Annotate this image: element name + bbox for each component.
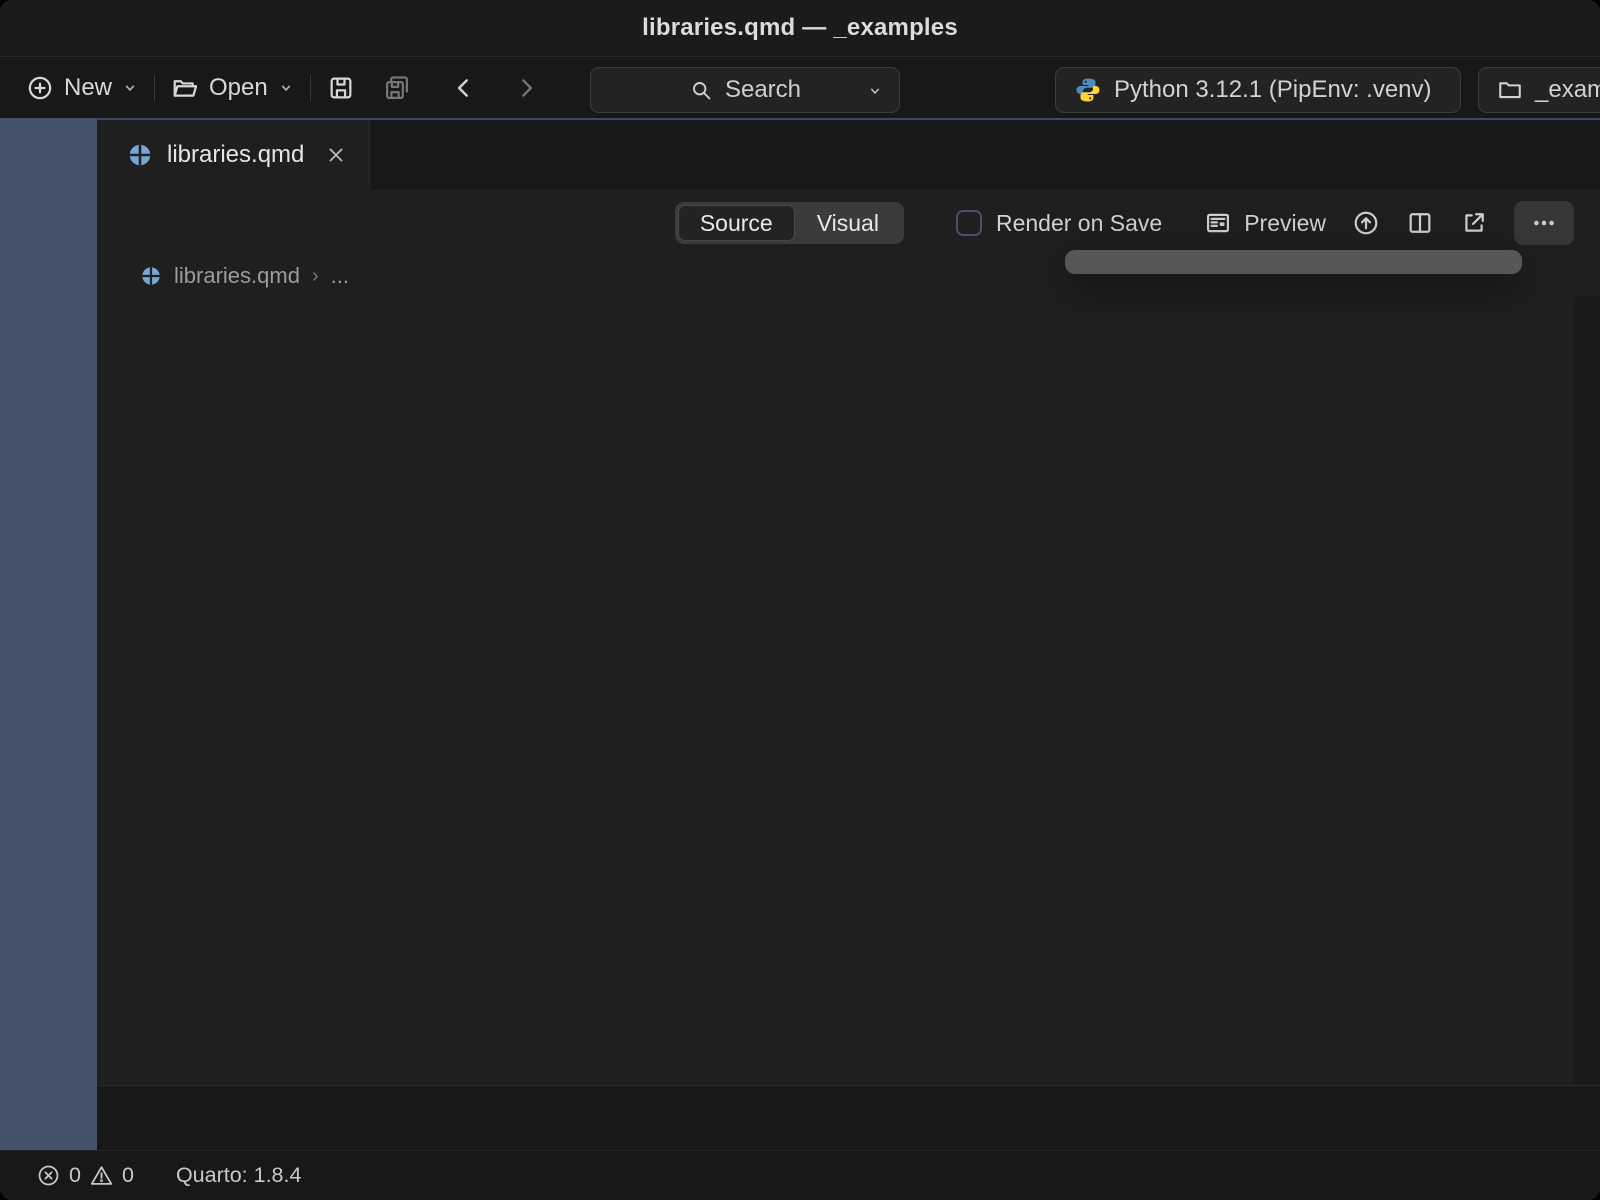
new-label: New [64, 74, 112, 102]
split-editor-icon[interactable] [1406, 209, 1434, 237]
titlebar: libraries.qmd — _examples [0, 0, 1600, 56]
bottom-panel [97, 1085, 1600, 1150]
publish-icon[interactable] [1352, 209, 1380, 237]
tab-libraries-qmd[interactable]: libraries.qmd [97, 120, 370, 190]
editor-actions-toolbar: Source Visual Render on Save Preview [97, 190, 1600, 256]
render-on-save-label: Render on Save [996, 210, 1162, 237]
breadcrumb-file[interactable]: libraries.qmd [174, 263, 300, 289]
visual-mode-button[interactable]: Visual [795, 205, 901, 241]
source-mode-button[interactable]: Source [678, 205, 795, 241]
warning-count: 0 [122, 1163, 134, 1188]
activity-bar [0, 118, 97, 1150]
plus-circle-icon [26, 74, 54, 102]
visual-label: Visual [817, 210, 879, 237]
chevron-down-icon [278, 80, 294, 96]
forward-icon[interactable] [513, 75, 539, 101]
quarto-file-icon [140, 265, 162, 287]
render-on-save-checkbox[interactable] [956, 210, 982, 236]
search-icon [689, 78, 713, 102]
save-all-icon[interactable] [383, 74, 411, 102]
window-title: libraries.qmd — _examples [0, 0, 1600, 56]
tab-label: libraries.qmd [167, 141, 311, 169]
back-icon[interactable] [451, 75, 477, 101]
toolbar-divider [310, 75, 311, 101]
breadcrumb-more[interactable]: ... [331, 263, 349, 289]
preview-button[interactable]: Preview [1204, 209, 1326, 237]
more-actions-button[interactable] [1514, 201, 1574, 245]
open-button[interactable]: Open [171, 74, 294, 102]
folder-open-icon [171, 74, 199, 102]
chevron-down-icon [122, 80, 138, 96]
preview-label: Preview [1244, 210, 1326, 237]
interpreter-label: Python 3.12.1 (PipEnv: .venv) [1114, 76, 1432, 104]
new-button[interactable]: New [26, 74, 138, 102]
editor-context-menu [1065, 250, 1522, 274]
search-input[interactable]: Search [590, 67, 900, 113]
search-placeholder: Search [725, 76, 801, 104]
source-visual-toggle: Source Visual [675, 202, 904, 244]
open-label: Open [209, 74, 268, 102]
quarto-version[interactable]: Quarto: 1.8.4 [176, 1163, 302, 1188]
preview-icon [1204, 209, 1232, 237]
breadcrumb-chevron-icon: › [312, 265, 319, 288]
warning-icon [89, 1163, 114, 1188]
open-external-icon[interactable] [1460, 209, 1488, 237]
status-bar: 0 0 Quarto: 1.8.4 [0, 1150, 1600, 1200]
toolbar-divider [154, 75, 155, 101]
folder-icon [1497, 77, 1523, 103]
code-editor[interactable] [97, 296, 1600, 1085]
project-button[interactable]: _examples [1478, 67, 1600, 113]
app-window: libraries.qmd — _examples New Open Searc… [0, 0, 1600, 1200]
chevron-down-icon [867, 83, 883, 99]
ellipsis-icon [1530, 209, 1558, 237]
save-icon[interactable] [327, 74, 355, 102]
quarto-file-icon [127, 142, 153, 168]
close-tab-icon[interactable] [325, 144, 347, 166]
python-logo-icon [1074, 76, 1102, 104]
interpreter-selector[interactable]: Python 3.12.1 (PipEnv: .venv) [1055, 67, 1461, 113]
error-icon [36, 1163, 61, 1188]
error-count: 0 [69, 1163, 81, 1188]
editor-scrollbar[interactable] [1573, 296, 1600, 1085]
source-label: Source [700, 210, 773, 237]
problems-indicator[interactable]: 0 0 [36, 1163, 134, 1188]
tab-bar: libraries.qmd [97, 120, 1600, 190]
project-label: _examples [1535, 76, 1600, 104]
top-toolbar: New Open Search Python 3.12.1 (PipEnv: .… [0, 56, 1600, 118]
